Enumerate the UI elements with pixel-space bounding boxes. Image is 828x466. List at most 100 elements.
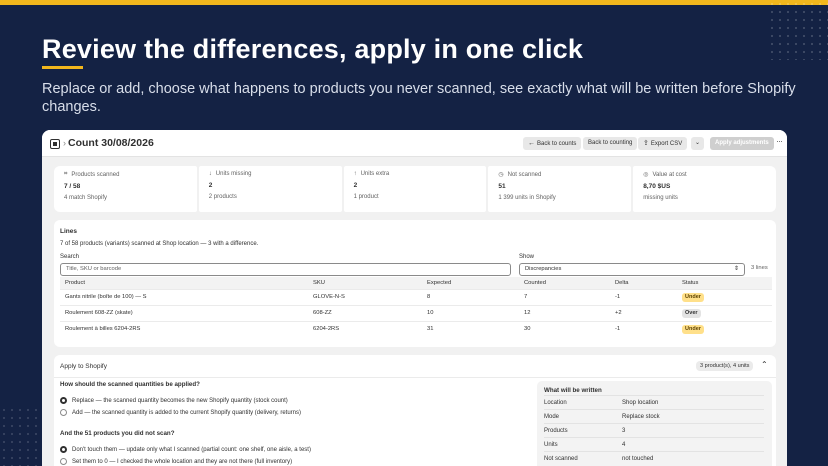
column-header[interactable]: Expected xyxy=(427,280,451,286)
column-header[interactable]: Counted xyxy=(524,280,546,286)
export-csv-label: Export CSV xyxy=(650,141,683,147)
kpi-units-missing: ↓ Units missing 2 2 products xyxy=(198,166,342,212)
radio-selected-icon[interactable] xyxy=(60,397,67,404)
add-option[interactable]: Add — the scanned quantity is added to t… xyxy=(60,409,301,416)
kpi-subtext: 4 match Shopify xyxy=(64,195,108,201)
kpi-products-scanned: ⌗ Products scanned 7 / 58 4 match Shopify xyxy=(54,166,197,212)
headline-underline xyxy=(42,66,83,69)
summary-key: Units xyxy=(544,442,558,448)
kpi-subtext: missing units xyxy=(643,195,678,201)
summary-row: Products 3 xyxy=(544,423,764,437)
lines-title: Lines xyxy=(60,228,77,235)
summary-value: 3 xyxy=(622,428,626,434)
apply-summary-pill: 3 product(s), 4 units xyxy=(696,361,754,371)
kpi-value-at-cost: ◎ Value at cost 8,70 $US missing units xyxy=(633,166,776,212)
list-icon[interactable] xyxy=(50,139,60,149)
option-label: Add — the scanned quantity is added to t… xyxy=(72,409,302,416)
show-select-value: Discrepancies xyxy=(525,266,562,272)
radio-icon[interactable] xyxy=(60,409,67,416)
subtitle: Replace or add, choose what happens to p… xyxy=(42,81,796,115)
arrow-down-icon: ↓ xyxy=(208,171,212,177)
table-row[interactable]: Roulement 608-ZZ (skate) 608-ZZ 10 12 +2… xyxy=(60,305,772,321)
apply-mode-question: How should the scanned quantities be app… xyxy=(60,381,200,388)
counted-cell: 12 xyxy=(524,310,531,316)
column-header[interactable]: Delta xyxy=(615,280,629,286)
option-label: Replace — the scanned quantity becomes t… xyxy=(72,397,288,404)
sku-cell: GLOVE-N-S xyxy=(313,294,345,300)
page-title: Count 30/08/2026 xyxy=(68,137,154,149)
dont-touch-option[interactable]: Don't touch them — update only what I sc… xyxy=(60,446,311,453)
delta-cell: +2 xyxy=(615,310,622,316)
summary-value: 4 xyxy=(622,442,626,448)
delta-cell: -1 xyxy=(615,326,621,332)
kpi-label: Not scanned xyxy=(507,171,542,178)
window-header: › Count 30/08/2026 ← Back to counts Back … xyxy=(42,130,787,157)
option-label: Don't touch them — update only what I sc… xyxy=(72,446,311,453)
apply-adjustments-button[interactable]: Apply adjustments xyxy=(710,137,774,150)
radio-selected-icon[interactable] xyxy=(60,446,67,453)
chevron-up-icon[interactable]: ⌃ xyxy=(761,360,768,369)
app-window: › Count 30/08/2026 ← Back to counts Back … xyxy=(42,130,787,466)
back-to-counting-button[interactable]: Back to counting xyxy=(583,137,638,150)
headline: Review the differences, apply in one cli… xyxy=(42,34,584,64)
table-header: Product SKU Expected Counted Delta Statu… xyxy=(60,277,772,289)
summary-value: not touched xyxy=(622,456,654,462)
divider xyxy=(54,377,776,378)
kpi-strip: ⌗ Products scanned 7 / 58 4 match Shopify… xyxy=(54,166,776,212)
kpi-units-extra: ↑ Units extra 2 1 product xyxy=(343,166,487,212)
table-row[interactable]: Roulement à billes 6204-2RS 6204-2RS 31 … xyxy=(60,321,772,337)
replace-option[interactable]: Replace — the scanned quantity becomes t… xyxy=(60,397,288,404)
dot-pattern-decoration xyxy=(768,0,828,60)
status-badge: Under xyxy=(682,325,704,334)
back-to-counts-button[interactable]: ← Back to counts xyxy=(523,137,582,150)
summary-value: Shop location xyxy=(622,400,659,406)
expected-cell: 10 xyxy=(427,310,434,316)
search-input[interactable]: Title, SKU or barcode xyxy=(60,263,511,276)
expected-cell: 31 xyxy=(427,326,434,332)
counted-cell: 7 xyxy=(524,294,528,300)
lines-card: Lines 7 of 58 products (variants) scanne… xyxy=(54,220,776,347)
export-csv-button[interactable]: ⇪ Export CSV xyxy=(638,137,688,150)
lines-summary: 7 of 58 products (variants) scanned at S… xyxy=(60,241,259,247)
accent-bar xyxy=(0,0,828,5)
kpi-label: Value at cost xyxy=(652,171,687,178)
clock-icon: ◷ xyxy=(498,172,504,178)
lines-count: 3 lines xyxy=(751,265,768,271)
table-row[interactable]: Gants nitrile (boîte de 100) — S GLOVE-N… xyxy=(60,289,772,305)
export-icon: ⇪ xyxy=(643,140,649,147)
arrow-left-icon: ← xyxy=(528,140,535,147)
summary-row: Not scanned not touched xyxy=(544,451,764,465)
kpi-label: Units missing xyxy=(215,171,252,177)
barcode-icon: ⌗ xyxy=(64,171,68,177)
not-scanned-question: And the 51 products you did not scan? xyxy=(60,430,175,437)
kpi-subtext: 1 product xyxy=(353,194,379,200)
kpi-value: 2 xyxy=(208,182,213,189)
kpi-subtext: 2 products xyxy=(208,194,237,200)
delta-cell: -1 xyxy=(615,294,621,300)
column-header[interactable]: Status xyxy=(682,280,698,286)
kpi-value: 2 xyxy=(353,182,358,189)
column-header[interactable]: SKU xyxy=(313,280,325,286)
summary-key: Products xyxy=(544,428,568,434)
more-horizontal-icon[interactable]: ··· xyxy=(776,136,783,146)
product-cell: Roulement 608-ZZ (skate) xyxy=(65,310,133,316)
status-badge: Over xyxy=(682,309,701,318)
counted-cell: 30 xyxy=(524,326,531,332)
summary-key: Location xyxy=(544,400,567,406)
summary-row: Location Shop location xyxy=(544,395,764,409)
apply-title: Apply to Shopify xyxy=(60,363,107,370)
coin-icon: ◎ xyxy=(643,172,649,178)
kpi-subtext: 1 399 units in Shopify xyxy=(498,195,556,201)
kpi-not-scanned: ◷ Not scanned 51 1 399 units in Shopify xyxy=(488,166,632,212)
chevron-down-icon[interactable]: ⌄ xyxy=(691,137,705,150)
summary-row: Mode Replace stock xyxy=(544,409,764,423)
show-select[interactable]: Discrepancies ⇕ xyxy=(519,263,745,276)
set-to-zero-option[interactable]: Set them to 0 — I checked the whole loca… xyxy=(60,458,292,465)
radio-icon[interactable] xyxy=(60,458,67,465)
show-label: Show xyxy=(519,254,535,260)
sku-cell: 6204-2RS xyxy=(313,326,340,332)
product-cell: Roulement à billes 6204-2RS xyxy=(65,326,141,332)
product-cell: Gants nitrile (boîte de 100) — S xyxy=(65,294,147,300)
option-label: Set them to 0 — I checked the whole loca… xyxy=(72,458,293,465)
column-header[interactable]: Product xyxy=(65,280,85,286)
